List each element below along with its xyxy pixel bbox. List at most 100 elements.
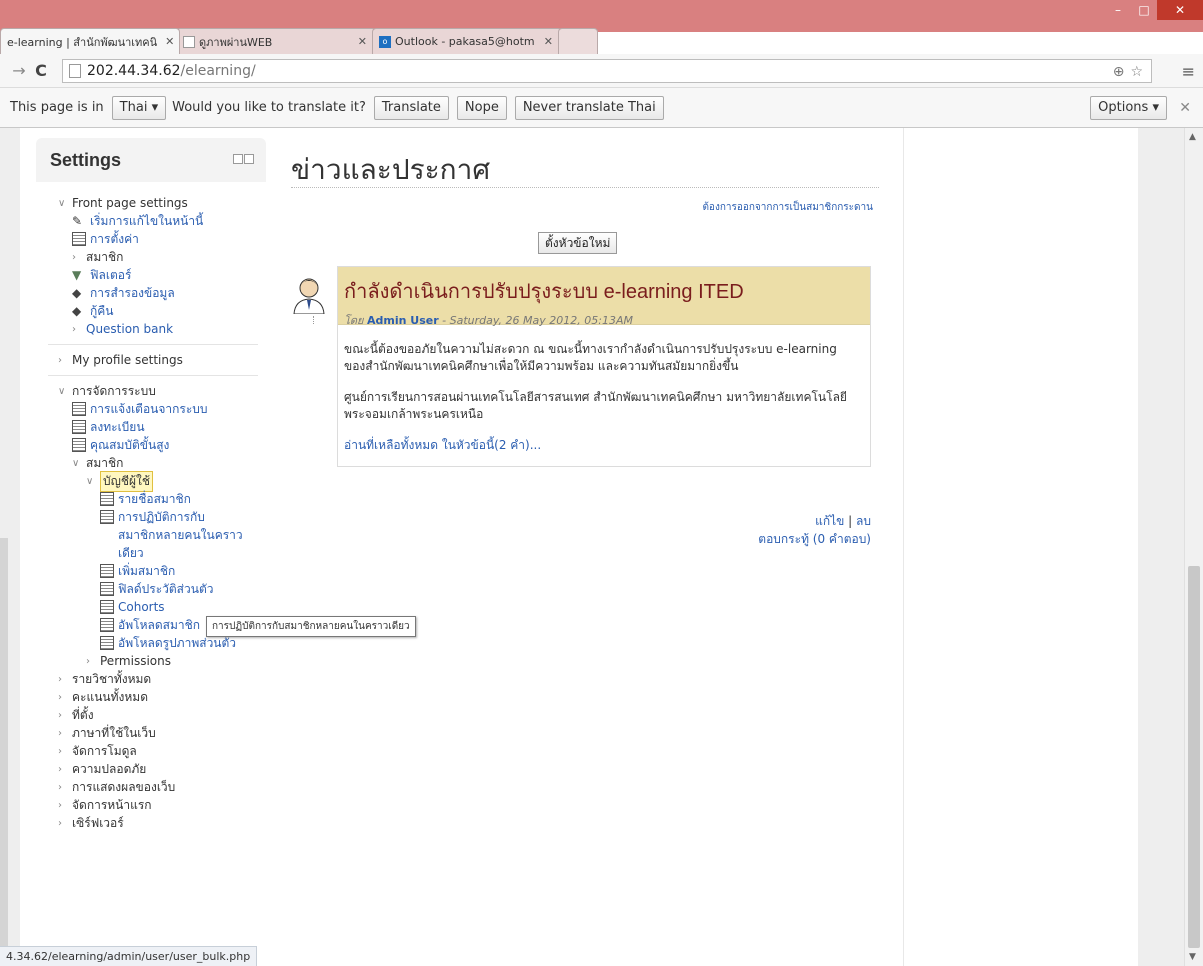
settings-doc-icon	[72, 438, 86, 452]
settings-doc-icon	[100, 582, 114, 596]
minimize-button[interactable]: –	[1105, 0, 1131, 20]
tree-label: บัญชีผู้ใช้	[100, 470, 154, 492]
avatar[interactable]	[291, 274, 327, 314]
options-button[interactable]: Options ▾	[1090, 95, 1167, 120]
read-more-link[interactable]: อ่านที่เหลือทั้งหมด ในหัวข้อนี้(2 คำ)...	[344, 437, 852, 454]
chevron-right-icon: ›	[86, 655, 90, 667]
filters-link[interactable]: ▼ ฟิลเตอร์	[72, 266, 266, 284]
tree-label: อัพโหลดสมาชิก	[118, 617, 201, 632]
language-node[interactable]: › ภาษาที่ใช้ในเว็บ	[58, 724, 266, 742]
turn-editing-on-link[interactable]: ✎ เริ่มการแก้ไขในหน้านี้	[72, 212, 266, 230]
tab-title: Outlook - pakasa5@hotm	[395, 35, 535, 48]
scroll-up-icon[interactable]: ▲	[1189, 132, 1196, 142]
nope-button[interactable]: Nope	[456, 95, 507, 120]
profile-fields-link[interactable]: ฟิลด์ประวัติส่วนตัว	[100, 580, 266, 598]
tab-close-icon[interactable]: ✕	[157, 35, 174, 48]
browse-users-link[interactable]: รายชื่อสมาชิก	[100, 490, 266, 508]
add-user-link[interactable]: เพิ่มสมาชิก	[100, 562, 266, 580]
tree-label: คุณสมบัติขั้นสูง	[90, 437, 170, 452]
front-users-node[interactable]: › สมาชิก	[72, 248, 266, 266]
front-page-node[interactable]: › จัดการหน้าแรก	[58, 796, 266, 814]
discuss-link[interactable]: ตอบกระทู้ (0 คำตอบ)	[758, 530, 871, 548]
bulk-actions-link[interactable]: การปฏิบัติการกับ	[100, 508, 266, 526]
tab-close-icon[interactable]: ✕	[536, 35, 553, 48]
tab-outlook[interactable]: o Outlook - pakasa5@hotm ✕	[372, 28, 562, 54]
security-node[interactable]: › ความปลอดภัย	[58, 760, 266, 778]
tab-elearning[interactable]: e-learning | สำนักพัฒนาเทคนิ ✕	[0, 28, 180, 54]
maximize-button[interactable]: □	[1131, 0, 1157, 20]
pencil-icon: ✎	[72, 214, 83, 228]
notifications-link[interactable]: การแจ้งเตือนจากระบบ	[72, 400, 266, 418]
backup-link[interactable]: ◆ การสำรองข้อมูล	[72, 284, 266, 302]
reload-icon[interactable]: C	[30, 61, 52, 80]
post-paragraph: ขณะนี้ต้องขออภัยในความไม่สะดวก ณ ขณะนี้ท…	[344, 342, 837, 373]
scrollbar-thumb[interactable]	[1188, 566, 1200, 948]
tree-label: ที่ตั้ง	[72, 707, 94, 722]
tree-label: การสำรองข้อมูล	[90, 285, 175, 300]
front-page-settings-node[interactable]: ∨ Front page settings	[58, 194, 266, 212]
window-controls: – □ ✕	[1105, 0, 1203, 22]
settings-header: Settings	[36, 138, 266, 182]
omnibox-actions: ⊕ ☆	[1113, 64, 1143, 80]
tab-title: e-learning | สำนักพัฒนาเทคนิ	[7, 35, 158, 49]
tab-web-view[interactable]: ดูภาพผ่านWEB ✕	[176, 28, 376, 54]
settings-doc-icon	[100, 618, 114, 632]
post-header: กำลังดำเนินการปรับปรุงระบบ e-learning IT…	[338, 267, 870, 327]
permissions-node[interactable]: › Permissions	[86, 652, 266, 670]
post-body: ขณะนี้ต้องขออภัยในความไม่สะดวก ณ ขณะนี้ท…	[338, 325, 870, 466]
settings-doc-icon	[100, 636, 114, 650]
settings-doc-icon	[100, 510, 114, 524]
never-translate-button[interactable]: Never translate Thai	[514, 95, 664, 120]
address-bar[interactable]: 202.44.34.62/elearning/ ⊕ ☆	[62, 59, 1152, 83]
by-label: โดย	[344, 314, 364, 327]
plugins-node[interactable]: › จัดการโมดูล	[58, 742, 266, 760]
settings-title: Settings	[50, 150, 122, 170]
edit-link[interactable]: แก้ไข	[815, 514, 844, 528]
close-infobar-icon[interactable]: ✕	[1179, 100, 1191, 116]
translate-infobar: This page is in Thai ▾ Would you like to…	[0, 88, 1203, 128]
tree-label: การจัดการระบบ	[72, 383, 156, 398]
tree-label: Front page settings	[72, 196, 188, 210]
title-rule	[291, 187, 879, 188]
filter-icon: ▼	[72, 268, 82, 282]
chrome-menu-icon[interactable]: ≡	[1182, 62, 1195, 81]
cohorts-link[interactable]: Cohorts	[100, 598, 266, 616]
bookmark-star-icon[interactable]: ☆	[1130, 64, 1143, 80]
delete-link[interactable]: ลบ	[856, 514, 871, 528]
users-node[interactable]: ∨ สมาชิก	[72, 454, 266, 472]
server-node[interactable]: › เซิร์ฟเวอร์	[58, 814, 266, 832]
dock-icon[interactable]	[233, 154, 254, 164]
close-window-button[interactable]: ✕	[1157, 0, 1203, 20]
forward-icon[interactable]: →	[8, 61, 30, 80]
unsubscribe-link[interactable]: ต้องการออกจากการเป็นสมาชิกกระดาน	[702, 200, 873, 215]
location-node[interactable]: › ที่ตั้ง	[58, 706, 266, 724]
scroll-down-icon[interactable]: ▼	[1189, 952, 1196, 962]
bulk-actions-link-line3[interactable]: เดียว	[100, 544, 266, 562]
advanced-features-link[interactable]: คุณสมบัติขั้นสูง	[72, 436, 266, 454]
my-profile-settings-node[interactable]: › My profile settings	[58, 351, 266, 369]
zoom-icon[interactable]: ⊕	[1113, 64, 1125, 80]
chevron-right-icon: ›	[58, 781, 62, 793]
grades-node[interactable]: › คะแนนทั้งหมด	[58, 688, 266, 706]
site-administration-node[interactable]: ∨ การจัดการระบบ	[58, 382, 266, 400]
front-settings-link[interactable]: การตั้งค่า	[72, 230, 266, 248]
post-date: - Saturday, 26 May 2012, 05:13AM	[442, 314, 633, 327]
tab-strip: e-learning | สำนักพัฒนาเทคนิ ✕ ดูภาพผ่าน…	[0, 28, 598, 54]
question-bank-node[interactable]: › Question bank	[72, 320, 266, 338]
courses-node[interactable]: › รายวิชาทั้งหมด	[58, 670, 266, 688]
restore-link[interactable]: ◆ กู้คืน	[72, 302, 266, 320]
vertical-scrollbar[interactable]: ▲ ▼	[1184, 128, 1203, 966]
language-select[interactable]: Thai ▾	[111, 95, 167, 120]
tab-close-icon[interactable]: ✕	[350, 35, 367, 48]
author-link[interactable]: Admin User	[367, 314, 439, 327]
browser-toolbar: → C 202.44.34.62/elearning/ ⊕ ☆ ≡	[0, 54, 1203, 88]
chevron-down-icon: ∨	[86, 475, 94, 487]
bulk-actions-link-line2[interactable]: สมาชิกหลายคนในคราว	[100, 526, 266, 544]
new-tab-button[interactable]	[558, 28, 598, 54]
registration-link[interactable]: ลงทะเบียน	[72, 418, 266, 436]
add-new-topic-button[interactable]: ตั้งหัวข้อใหม่	[538, 232, 618, 254]
chevron-right-icon: ›	[58, 354, 62, 366]
accounts-node[interactable]: ∨ บัญชีผู้ใช้	[86, 470, 266, 492]
translate-button[interactable]: Translate	[373, 95, 449, 120]
appearance-node[interactable]: › การแสดงผลของเว็บ	[58, 778, 266, 796]
